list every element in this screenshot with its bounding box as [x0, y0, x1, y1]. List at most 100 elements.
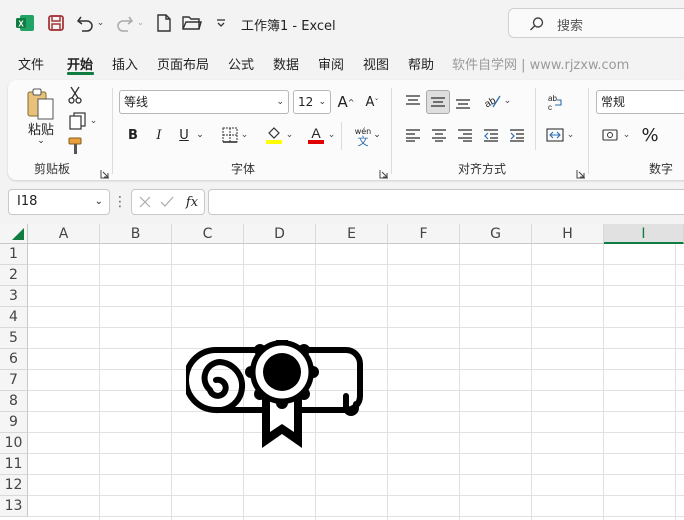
- decrease-font-size-icon[interactable]: Aˇ: [362, 91, 382, 113]
- row-header[interactable]: 9: [0, 412, 28, 433]
- formula-buttons: fx: [131, 189, 205, 215]
- cancel-icon[interactable]: [136, 193, 154, 211]
- row-header[interactable]: 13: [0, 496, 28, 517]
- row-header[interactable]: 5: [0, 328, 28, 349]
- font-size-select[interactable]: 12 ⌄: [293, 90, 331, 114]
- copy-dropdown-icon[interactable]: ⌄: [90, 116, 98, 126]
- insert-function-button[interactable]: fx: [182, 192, 202, 212]
- underline-button[interactable]: U: [175, 124, 193, 146]
- phonetic-dropdown-icon[interactable]: ⌄: [372, 124, 382, 146]
- open-folder-icon[interactable]: [181, 12, 203, 34]
- svg-text:c: c: [548, 103, 552, 111]
- borders-icon[interactable]: ⌄: [218, 124, 252, 146]
- wrap-text-icon[interactable]: ab c: [544, 90, 566, 114]
- tab-file[interactable]: 文件: [18, 54, 44, 73]
- align-right-icon[interactable]: [454, 124, 476, 146]
- undo-dropdown-icon[interactable]: ⌄: [97, 18, 105, 28]
- underline-dropdown-icon[interactable]: ⌄: [194, 124, 206, 146]
- watermark-text: 软件自学网 | www.rjzxw.com: [452, 58, 630, 73]
- tab-data[interactable]: 数据: [273, 54, 299, 73]
- redo-dropdown-icon[interactable]: ⌄: [137, 18, 145, 28]
- tab-home[interactable]: 开始: [67, 54, 93, 73]
- font-name-select[interactable]: 等线 ⌄: [119, 90, 289, 114]
- font-launcher-icon[interactable]: [379, 164, 389, 179]
- column-header[interactable]: F: [388, 224, 460, 244]
- column-header[interactable]: E: [316, 224, 388, 244]
- copy-icon[interactable]: ⌄: [66, 110, 100, 132]
- italic-button[interactable]: I: [150, 124, 168, 146]
- cut-icon[interactable]: [66, 84, 84, 106]
- number-group-label: 数字: [649, 162, 674, 176]
- increase-font-size-icon[interactable]: A ^: [336, 91, 356, 113]
- currency-format-icon[interactable]: ⌄: [598, 124, 634, 146]
- column-header[interactable]: C: [172, 224, 244, 244]
- number-format-value: 常规: [601, 95, 626, 109]
- column-header[interactable]: G: [460, 224, 532, 244]
- name-box-value: I18: [17, 194, 38, 209]
- bold-button[interactable]: B: [124, 124, 142, 146]
- ribbon: 粘贴 ⌄ ⌄ 剪贴板 等线 ⌄ 12 ⌄ A ^ Aˇ B I U ⌄ ⌄ ⌄ …: [8, 80, 684, 180]
- row-header[interactable]: 4: [0, 307, 28, 328]
- align-center-icon[interactable]: [428, 124, 450, 146]
- column-header[interactable]: A: [28, 224, 100, 244]
- active-tab-indicator: [67, 72, 94, 75]
- column-header-selected[interactable]: I: [604, 224, 684, 244]
- enter-icon[interactable]: [158, 193, 176, 211]
- tab-review[interactable]: 审阅: [318, 54, 344, 73]
- font-name-value: 等线: [124, 95, 149, 109]
- diploma-icon[interactable]: [186, 340, 366, 452]
- align-left-icon[interactable]: [402, 124, 424, 146]
- merge-center-icon[interactable]: ⌄: [542, 124, 578, 146]
- row-header[interactable]: 12: [0, 475, 28, 496]
- row-header[interactable]: 6: [0, 349, 28, 370]
- paste-icon[interactable]: [26, 86, 56, 122]
- row-header[interactable]: 2: [0, 265, 28, 286]
- number-format-select[interactable]: 常规: [596, 90, 684, 114]
- paste-dropdown-icon[interactable]: ⌄: [34, 136, 48, 146]
- customize-icon[interactable]: [212, 12, 230, 34]
- clipboard-launcher-icon[interactable]: [100, 164, 110, 179]
- search-placeholder: 搜索: [557, 19, 584, 34]
- font-size-value: 12: [298, 95, 314, 109]
- tab-page-layout[interactable]: 页面布局: [157, 54, 209, 73]
- more-options-icon[interactable]: ⋮: [113, 193, 127, 211]
- save-icon[interactable]: [45, 12, 67, 34]
- align-bottom-icon[interactable]: [452, 92, 474, 114]
- row-header[interactable]: 10: [0, 433, 28, 454]
- row-header[interactable]: 1: [0, 244, 28, 265]
- alignment-launcher-icon[interactable]: [576, 164, 586, 179]
- decrease-indent-icon[interactable]: [480, 124, 502, 146]
- font-group-label: 字体: [231, 162, 256, 176]
- percent-style-button[interactable]: %: [640, 124, 660, 146]
- column-header[interactable]: B: [100, 224, 172, 244]
- select-all-button[interactable]: [0, 224, 28, 244]
- align-middle-icon[interactable]: [426, 90, 450, 114]
- inline-separator: [535, 88, 536, 150]
- increase-indent-icon[interactable]: [506, 124, 528, 146]
- tab-formulas[interactable]: 公式: [228, 54, 254, 73]
- search-input[interactable]: 搜索: [508, 8, 684, 38]
- redo-icon[interactable]: ⌄: [114, 12, 146, 34]
- tab-insert[interactable]: 插入: [112, 54, 138, 73]
- name-box[interactable]: I18 ⌄: [8, 189, 110, 215]
- tab-view[interactable]: 视图: [363, 54, 389, 73]
- row-header[interactable]: 11: [0, 454, 28, 475]
- new-file-icon[interactable]: [154, 12, 174, 34]
- orientation-icon[interactable]: ab ⌄: [480, 90, 514, 112]
- excel-app-icon: X: [14, 12, 36, 34]
- undo-icon[interactable]: ⌄: [74, 12, 106, 34]
- column-header[interactable]: D: [244, 224, 316, 244]
- paste-button-label[interactable]: 粘贴: [22, 120, 60, 138]
- formula-input[interactable]: [208, 189, 684, 215]
- tab-help[interactable]: 帮助: [408, 54, 434, 73]
- column-header[interactable]: H: [532, 224, 604, 244]
- row-header[interactable]: 8: [0, 391, 28, 412]
- format-painter-icon[interactable]: [66, 136, 84, 156]
- align-top-icon[interactable]: [402, 90, 424, 112]
- row-header[interactable]: 3: [0, 286, 28, 307]
- group-separator: [391, 88, 392, 174]
- group-separator: [588, 88, 589, 174]
- font-color-icon[interactable]: A ⌄: [304, 124, 338, 146]
- row-header[interactable]: 7: [0, 370, 28, 391]
- fill-color-icon[interactable]: ⌄: [262, 124, 296, 146]
